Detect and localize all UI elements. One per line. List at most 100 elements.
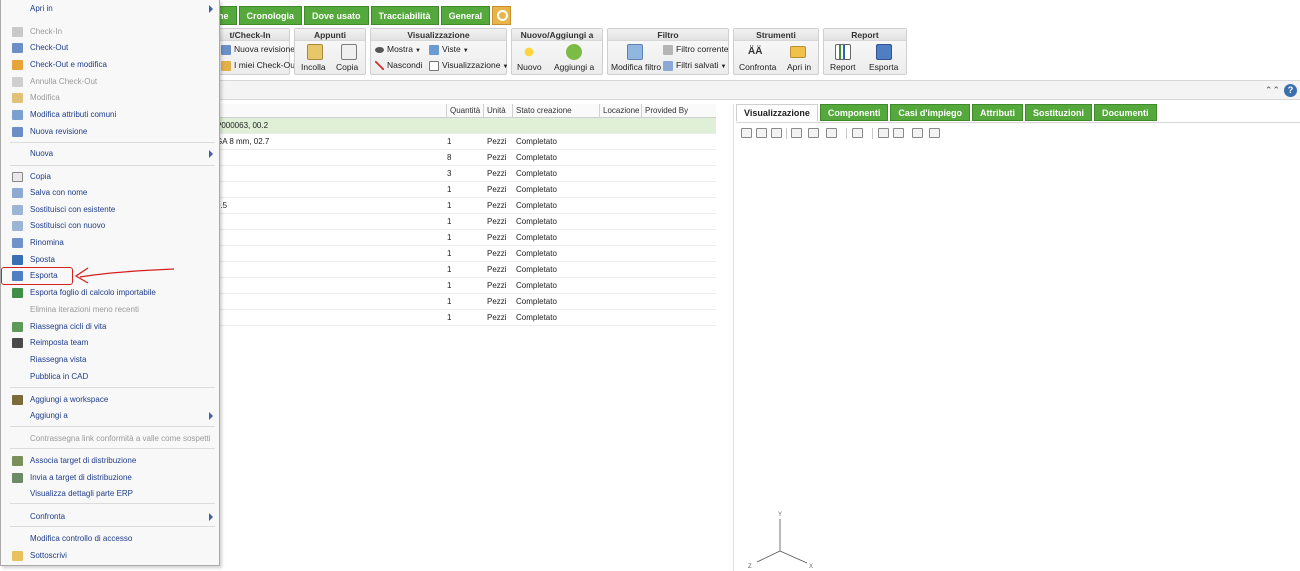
copy-icon [341, 44, 357, 60]
render-mode-icon[interactable] [808, 128, 819, 138]
cell-quantity: 3 [447, 169, 452, 178]
table-row[interactable]: 1 Pezzi Completato [210, 230, 716, 246]
modify-filter-label: Modifica filtro [611, 62, 662, 72]
menu-item-copia[interactable]: Copia [1, 169, 219, 185]
hide-button[interactable]: Nascondi [375, 60, 422, 71]
tab-documenti[interactable]: Documenti [1094, 104, 1157, 121]
table-row[interactable]: P000063, 00.2 [210, 118, 716, 134]
table-row[interactable]: 1 Pezzi Completato [210, 246, 716, 262]
menu-item-confronta[interactable]: Confronta [1, 509, 219, 525]
table-row[interactable]: 1 Pezzi Completato [210, 214, 716, 230]
menu-item-aggiungi-a[interactable]: Aggiungi a [1, 408, 219, 424]
help-icon[interactable]: ? [1284, 84, 1297, 97]
tab-attributi[interactable]: Attributi [972, 104, 1024, 121]
compare-button[interactable]: ÄÄ Confronta [737, 43, 777, 73]
paste-button[interactable]: Incolla [299, 43, 331, 73]
pan-icon[interactable] [791, 128, 802, 138]
add-tab-icon[interactable] [492, 6, 512, 25]
attributes-icon [12, 110, 23, 120]
column-header[interactable]: Provided By [641, 104, 716, 118]
menu-item-reimposta-team[interactable]: Reimposta team [1, 335, 219, 351]
zoom-icon[interactable] [756, 128, 767, 138]
menu-item-check-out[interactable]: Check-Out [1, 40, 219, 56]
zoom-window-icon[interactable] [771, 128, 782, 138]
column-header[interactable]: Unità [483, 104, 512, 118]
column-header[interactable]: Stato creazione [512, 104, 599, 118]
my-checkouts-button[interactable]: I miei Check-Out [221, 60, 297, 71]
tab-tracciabilita[interactable]: Tracciabilità [370, 6, 439, 25]
saved-filters-button[interactable]: Filtri salvati ▼ [663, 60, 726, 71]
table-row[interactable]: GA 8 mm, 02.7 1 Pezzi Completato [210, 134, 716, 150]
section-icon[interactable] [826, 128, 837, 138]
table-row[interactable]: 68PezziCompletato [210, 150, 716, 166]
menu-item-check-out-e-modifica[interactable]: Check-Out e modifica [1, 57, 219, 73]
menu-item-pubblica-in-cad[interactable]: Pubblica in CAD [1, 369, 219, 385]
visualization-button[interactable]: Visualizzazione ▼ [429, 60, 508, 71]
cell-state: Completato [516, 185, 557, 194]
table-row[interactable]: 0.5 1 Pezzi Completato [210, 198, 716, 214]
show-button[interactable]: Mostra ▼ [375, 44, 421, 54]
views-button[interactable]: Viste ▼ [429, 44, 469, 55]
tab-cronologia[interactable]: Cronologia [238, 6, 303, 25]
measure-icon[interactable] [912, 128, 923, 138]
table-row[interactable]: 1 Pezzi Completato [210, 262, 716, 278]
menu-item-esporta-foglio-di-calcolo-importabile[interactable]: Esporta foglio di calcolo importabile [1, 285, 219, 301]
menu-item-visualizza-dettagli-parte-erp[interactable]: Visualizza dettagli parte ERP [1, 486, 219, 502]
ribbon-export-button[interactable]: Esporta [866, 43, 906, 73]
menu-item-sostituisci-con-nuovo[interactable]: Sostituisci con nuovo [1, 218, 219, 234]
select-area-icon[interactable] [893, 128, 904, 138]
zoom-fit-icon[interactable] [741, 128, 752, 138]
menu-item-invia-a-target-di-distribuzione[interactable]: Invia a target di distribuzione [1, 470, 219, 486]
new-revision-button[interactable]: Nuova revisione [221, 44, 295, 55]
tab-general[interactable]: General [440, 6, 491, 25]
cell-quantity: 1 [447, 313, 452, 322]
column-header[interactable]: Locazione [599, 104, 641, 118]
menu-item-rinomina[interactable]: Rinomina [1, 235, 219, 251]
menu-item-sottoscrivi[interactable]: Sottoscrivi [1, 548, 219, 564]
menu-item-nuova[interactable]: Nuova [1, 146, 219, 162]
column-header[interactable]: Quantità [446, 104, 483, 118]
copy-button[interactable]: Copia [335, 43, 365, 73]
top-tab-bar: he Cronologia Dove usato Tracciabilità G… [210, 6, 513, 25]
menu-item-riassegna-vista[interactable]: Riassegna vista [1, 352, 219, 368]
modify-filter-button[interactable]: Modifica filtro [609, 43, 661, 73]
current-filter-button[interactable]: Filtro corrente [663, 44, 728, 55]
menu-item-label: Confronta [30, 512, 66, 521]
ribbon-group-new: Nuovo/Aggiungi a Nuovo Aggiungi a [511, 28, 603, 75]
cell-quantity: 1 [447, 137, 452, 146]
collapse-icon[interactable]: ⌃⌃ [1265, 85, 1280, 96]
add-to-button[interactable]: Aggiungi a [552, 43, 602, 73]
menu-item-nuova-revisione[interactable]: Nuova revisione [1, 124, 219, 140]
open-in-button[interactable]: Apri in [782, 43, 818, 73]
cell-state: Completato [516, 281, 557, 290]
tab-sostituzioni[interactable]: Sostituzioni [1025, 104, 1093, 121]
cell-quantity: 1 [447, 201, 452, 210]
panel-divider[interactable] [733, 104, 734, 571]
select-icon[interactable] [878, 128, 889, 138]
markup-icon[interactable] [929, 128, 940, 138]
menu-item-modifica-controllo-di-accesso[interactable]: Modifica controllo di accesso [1, 531, 219, 547]
menu-item-salva-con-nome[interactable]: Salva con nome [1, 185, 219, 201]
tab-visualizzazione[interactable]: Visualizzazione [736, 104, 818, 121]
table-row[interactable]: 1 Pezzi Completato [210, 310, 716, 326]
menu-item-modifica-attributi-comuni[interactable]: Modifica attributi comuni [1, 107, 219, 123]
cell-quantity: 1 [447, 217, 452, 226]
menu-item-riassegna-cicli-di-vita[interactable]: Riassegna cicli di vita [1, 319, 219, 335]
document-icon[interactable] [852, 128, 863, 138]
toolbar-strip: ⌃⌃ ? [210, 80, 1300, 100]
menu-item-label: Annulla Check-Out [30, 77, 98, 86]
table-row[interactable]: 3 Pezzi Completato [210, 166, 716, 182]
table-row[interactable]: 1 Pezzi Completato [210, 294, 716, 310]
table-row[interactable]: 1 Pezzi Completato [210, 278, 716, 294]
menu-item-associa-target-di-distribuzione[interactable]: Associa target di distribuzione [1, 453, 219, 469]
report-button[interactable]: Report [827, 43, 863, 73]
menu-item-aggiungi-a-workspace[interactable]: Aggiungi a workspace [1, 392, 219, 408]
new-button[interactable]: Nuovo [515, 43, 547, 73]
tab-componenti[interactable]: Componenti [819, 104, 889, 121]
menu-item-sostituisci-con-esistente[interactable]: Sostituisci con esistente [1, 202, 219, 218]
tab-dove-usato[interactable]: Dove usato [304, 6, 369, 25]
viewer-toolbar [736, 122, 1300, 142]
menu-item-apri-in[interactable]: Apri in [1, 1, 219, 17]
table-row[interactable]: 1 Pezzi Completato [210, 182, 716, 198]
tab-casi-impiego[interactable]: Casi d'impiego [890, 104, 971, 121]
